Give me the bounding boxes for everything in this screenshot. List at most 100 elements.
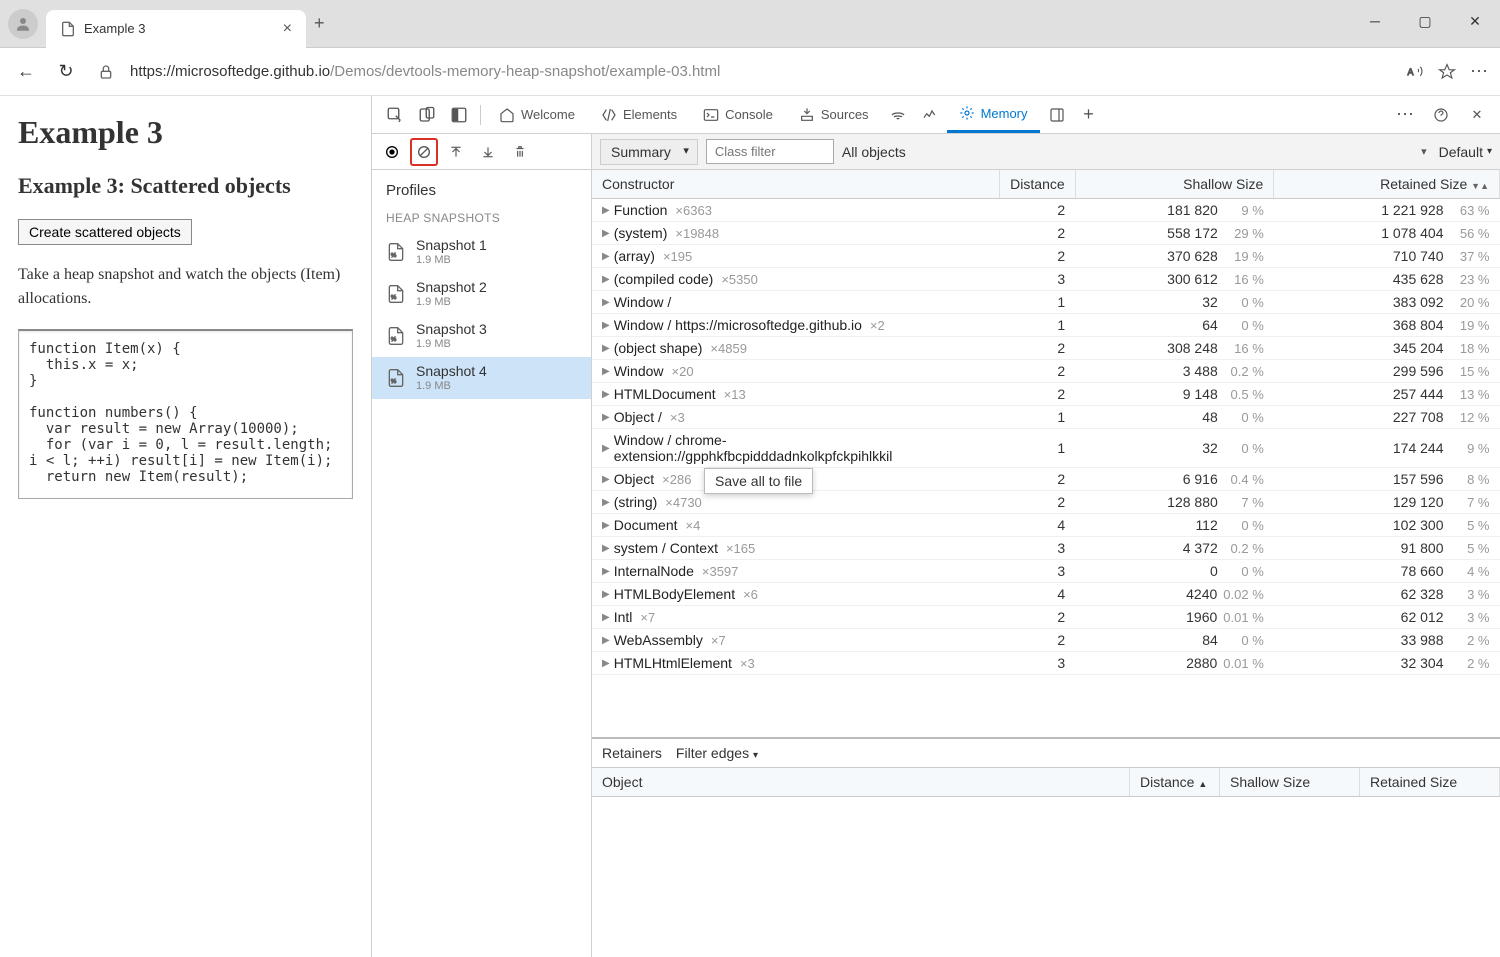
retained-value: 78 6604 % [1274, 560, 1500, 583]
window-close-button[interactable]: ✕ [1450, 0, 1500, 42]
disclosure-icon[interactable]: ▶ [602, 412, 610, 423]
devtools-close-icon[interactable]: ✕ [1462, 100, 1492, 130]
table-row[interactable]: ▶HTMLHtmlElement×3 3 28800.01 % 32 3042 … [592, 652, 1500, 675]
window-minimize-button[interactable]: ─ [1350, 0, 1400, 42]
tab-memory[interactable]: Memory [947, 96, 1040, 133]
context-menu-save-all[interactable]: Save all to file [704, 468, 813, 494]
constructor-count: ×195 [663, 249, 692, 264]
disclosure-icon[interactable]: ▶ [602, 658, 610, 669]
table-row[interactable]: ▶Document×4 4 1120 % 102 3005 % [592, 514, 1500, 537]
snapshot-item[interactable]: %Snapshot 31.9 MB [372, 315, 591, 357]
favorites-icon[interactable] [1438, 63, 1456, 81]
table-row[interactable]: ▶Window / 1 320 % 383 09220 % [592, 291, 1500, 314]
garbage-collect-icon[interactable] [506, 138, 534, 166]
snapshot-item[interactable]: %Snapshot 21.9 MB [372, 273, 591, 315]
create-scattered-button[interactable]: Create scattered objects [18, 219, 192, 245]
clear-button[interactable] [410, 138, 438, 166]
record-button[interactable] [378, 138, 406, 166]
save-profile-icon[interactable] [474, 138, 502, 166]
retainers-label[interactable]: Retainers [602, 745, 662, 761]
constructor-count: ×6 [743, 587, 758, 602]
disclosure-icon[interactable]: ▶ [602, 566, 610, 577]
back-button[interactable]: ← [12, 58, 40, 86]
refresh-button[interactable]: ↻ [52, 58, 80, 86]
snapshot-item[interactable]: %Snapshot 11.9 MB [372, 231, 591, 273]
summary-dropdown[interactable]: Summary [600, 139, 698, 165]
table-row[interactable]: ▶(array)×195 2 370 62819 % 710 74037 % [592, 245, 1500, 268]
table-row[interactable]: ▶Intl×7 2 19600.01 % 62 0123 % [592, 606, 1500, 629]
page-content: Example 3 Example 3: Scattered objects C… [0, 96, 372, 957]
disclosure-icon[interactable]: ▶ [602, 612, 610, 623]
table-row[interactable]: ▶Window / https://microsoftedge.github.i… [592, 314, 1500, 337]
disclosure-icon[interactable]: ▶ [602, 320, 610, 331]
table-row[interactable]: ▶WebAssembly×7 2 840 % 33 9882 % [592, 629, 1500, 652]
retainers-col-object[interactable]: Object [592, 768, 1130, 796]
window-maximize-button[interactable]: ▢ [1400, 0, 1450, 42]
inspect-icon[interactable] [380, 100, 410, 130]
dock-icon[interactable] [444, 100, 474, 130]
disclosure-icon[interactable]: ▶ [602, 543, 610, 554]
performance-icon[interactable] [915, 100, 945, 130]
tab-welcome[interactable]: Welcome [487, 96, 587, 133]
browser-tab[interactable]: Example 3 × [46, 10, 306, 48]
table-row[interactable]: ▶(system)×19848 2 558 17229 % 1 078 4045… [592, 222, 1500, 245]
add-tab-icon[interactable]: + [1074, 100, 1104, 130]
constructor-name: system / Context [614, 540, 718, 556]
tab-console[interactable]: Console [691, 96, 785, 133]
code-textarea[interactable]: function Item(x) { this.x = x; } functio… [18, 329, 353, 499]
class-filter-input[interactable] [706, 139, 834, 164]
disclosure-icon[interactable]: ▶ [602, 274, 610, 285]
disclosure-icon[interactable]: ▶ [602, 228, 610, 239]
table-row[interactable]: ▶InternalNode×3597 3 00 % 78 6604 % [592, 560, 1500, 583]
table-row[interactable]: ▶system / Context×165 3 4 3720.2 % 91 80… [592, 537, 1500, 560]
header-shallow[interactable]: Shallow Size [1075, 170, 1274, 199]
tab-sources[interactable]: Sources [787, 96, 881, 133]
devtools-more-icon[interactable]: ⋯ [1390, 100, 1420, 130]
retainers-col-distance[interactable]: Distance ▲ [1130, 768, 1220, 796]
device-toggle-icon[interactable] [412, 100, 442, 130]
disclosure-icon[interactable]: ▶ [602, 635, 610, 646]
table-row[interactable]: ▶(compiled code)×5350 3 300 61216 % 435 … [592, 268, 1500, 291]
table-row[interactable]: ▶Object /×3 1 480 % 227 70812 % [592, 406, 1500, 429]
disclosure-icon[interactable]: ▶ [602, 497, 610, 508]
table-row[interactable]: ▶Window×20 2 3 4880.2 % 299 59615 % [592, 360, 1500, 383]
load-profile-icon[interactable] [442, 138, 470, 166]
filter-edges-dropdown[interactable]: Filter edges ▾ [676, 745, 758, 761]
disclosure-icon[interactable]: ▶ [602, 343, 610, 354]
constructor-count: ×4 [686, 518, 701, 533]
activity-bar-icon[interactable] [1042, 100, 1072, 130]
default-dropdown[interactable]: Default▾ [1439, 144, 1492, 160]
constructor-name: HTMLBodyElement [614, 586, 735, 602]
header-constructor[interactable]: Constructor [592, 170, 1000, 199]
table-row[interactable]: ▶Window / chrome-extension://gpphkfbcpid… [592, 429, 1500, 468]
disclosure-icon[interactable]: ▶ [602, 251, 610, 262]
header-distance[interactable]: Distance [1000, 170, 1075, 199]
tab-elements[interactable]: Elements [589, 96, 689, 133]
disclosure-icon[interactable]: ▶ [602, 389, 610, 400]
disclosure-icon[interactable]: ▶ [602, 589, 610, 600]
help-icon[interactable] [1426, 100, 1456, 130]
disclosure-icon[interactable]: ▶ [602, 443, 610, 454]
constructor-name: Window [614, 363, 664, 379]
new-tab-button[interactable]: + [314, 13, 325, 34]
all-objects-dropdown[interactable]: All objects [842, 144, 1431, 160]
profile-avatar-icon[interactable] [8, 9, 38, 39]
more-icon[interactable]: ⋯ [1470, 61, 1488, 82]
disclosure-icon[interactable]: ▶ [602, 205, 610, 216]
read-aloud-icon[interactable]: A [1406, 63, 1424, 81]
disclosure-icon[interactable]: ▶ [602, 366, 610, 377]
disclosure-icon[interactable]: ▶ [602, 297, 610, 308]
network-icon[interactable] [883, 100, 913, 130]
table-row[interactable]: ▶Function×6363 2 181 8209 % 1 221 92863 … [592, 199, 1500, 222]
table-row[interactable]: ▶HTMLDocument×13 2 9 1480.5 % 257 44413 … [592, 383, 1500, 406]
retainers-col-retained[interactable]: Retained Size [1360, 768, 1500, 796]
tab-close-icon[interactable]: × [283, 20, 292, 38]
snapshot-item[interactable]: %Snapshot 41.9 MB [372, 357, 591, 399]
disclosure-icon[interactable]: ▶ [602, 474, 610, 485]
table-row[interactable]: ▶(object shape)×4859 2 308 24816 % 345 2… [592, 337, 1500, 360]
address-bar[interactable]: https://microsoftedge.github.io/Demos/de… [92, 57, 1394, 86]
retainers-col-shallow[interactable]: Shallow Size [1220, 768, 1360, 796]
table-row[interactable]: ▶HTMLBodyElement×6 4 42400.02 % 62 3283 … [592, 583, 1500, 606]
disclosure-icon[interactable]: ▶ [602, 520, 610, 531]
header-retained[interactable]: Retained Size ▼▲ [1274, 170, 1500, 199]
